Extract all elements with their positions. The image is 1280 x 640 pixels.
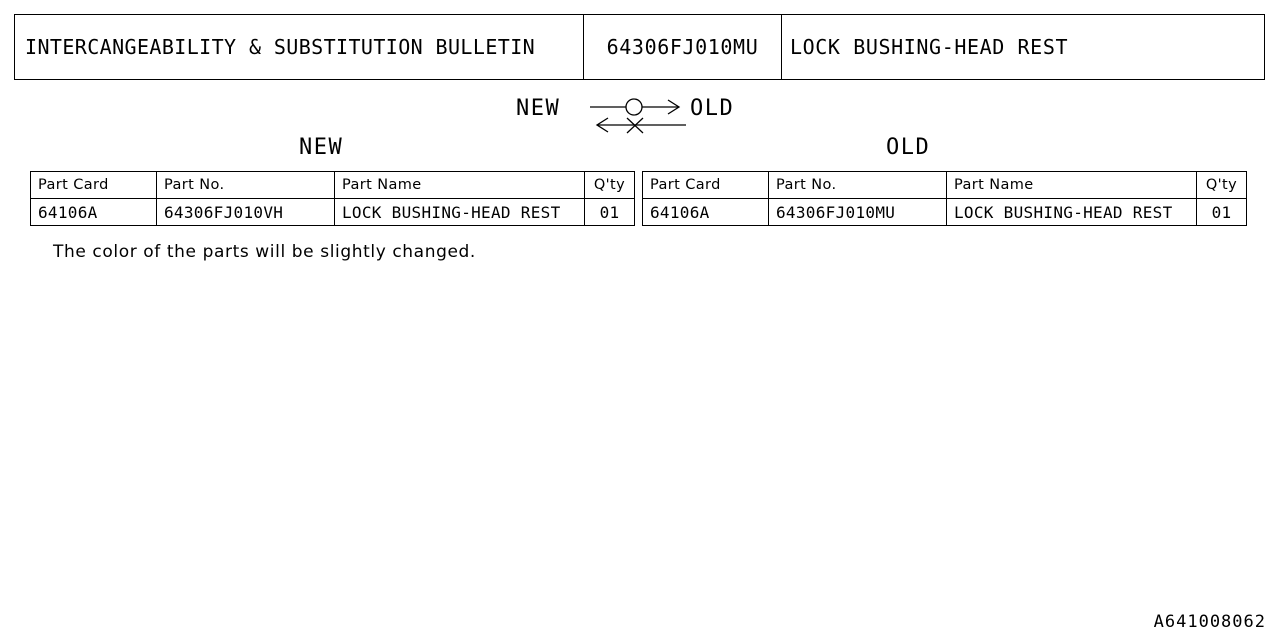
column-header-part-no: Part No. — [156, 171, 335, 199]
bulletin-page: INTERCANGEABILITY & SUBSTITUTION BULLETI… — [0, 0, 1280, 640]
section-caption-new: NEW — [299, 135, 344, 160]
bulletin-note: The color of the parts will be slightly … — [53, 242, 476, 262]
header-part-name: LOCK BUSHING-HEAD REST — [790, 35, 1069, 59]
new-parts-table: Part Card Part No. Part Name Q'ty 64106A… — [30, 171, 635, 226]
arrow-left-icon — [595, 117, 686, 134]
table-header-row: Part Card Part No. Part Name Q'ty — [642, 171, 1247, 199]
table-row: 64106A 64306FJ010MU LOCK BUSHING-HEAD RE… — [642, 198, 1247, 226]
legend-new-label: NEW — [516, 96, 561, 121]
cell-part-name: LOCK BUSHING-HEAD REST — [334, 198, 585, 226]
table-row: 64106A 64306FJ010VH LOCK BUSHING-HEAD RE… — [30, 198, 635, 226]
interchange-arrows-icon — [590, 98, 686, 134]
cell-qty: 01 — [1196, 198, 1247, 226]
legend-old-label: OLD — [690, 96, 735, 121]
column-header-part-no: Part No. — [768, 171, 947, 199]
column-header-part-name: Part Name — [334, 171, 585, 199]
bulletin-header: INTERCANGEABILITY & SUBSTITUTION BULLETI… — [14, 14, 1265, 80]
interchange-legend: NEW OLD — [516, 94, 756, 138]
column-header-part-card: Part Card — [30, 171, 157, 199]
cell-part-no: 64306FJ010MU — [768, 198, 947, 226]
document-reference-code: A641008062 — [1153, 612, 1266, 632]
table-header-row: Part Card Part No. Part Name Q'ty — [30, 171, 635, 199]
arrow-right-icon — [590, 98, 681, 116]
column-header-part-card: Part Card — [642, 171, 769, 199]
cell-part-name: LOCK BUSHING-HEAD REST — [946, 198, 1197, 226]
old-parts-table: Part Card Part No. Part Name Q'ty 64106A… — [642, 171, 1247, 226]
cell-qty: 01 — [584, 198, 635, 226]
cell-part-card: 64106A — [30, 198, 157, 226]
column-header-part-name: Part Name — [946, 171, 1197, 199]
column-header-qty: Q'ty — [584, 171, 635, 199]
cell-part-no: 64306FJ010VH — [156, 198, 335, 226]
header-part-number: 64306FJ010MU — [584, 15, 782, 79]
bulletin-title: INTERCANGEABILITY & SUBSTITUTION BULLETI… — [15, 15, 584, 79]
cell-part-card: 64106A — [642, 198, 769, 226]
column-header-qty: Q'ty — [1196, 171, 1247, 199]
section-caption-old: OLD — [886, 135, 931, 160]
